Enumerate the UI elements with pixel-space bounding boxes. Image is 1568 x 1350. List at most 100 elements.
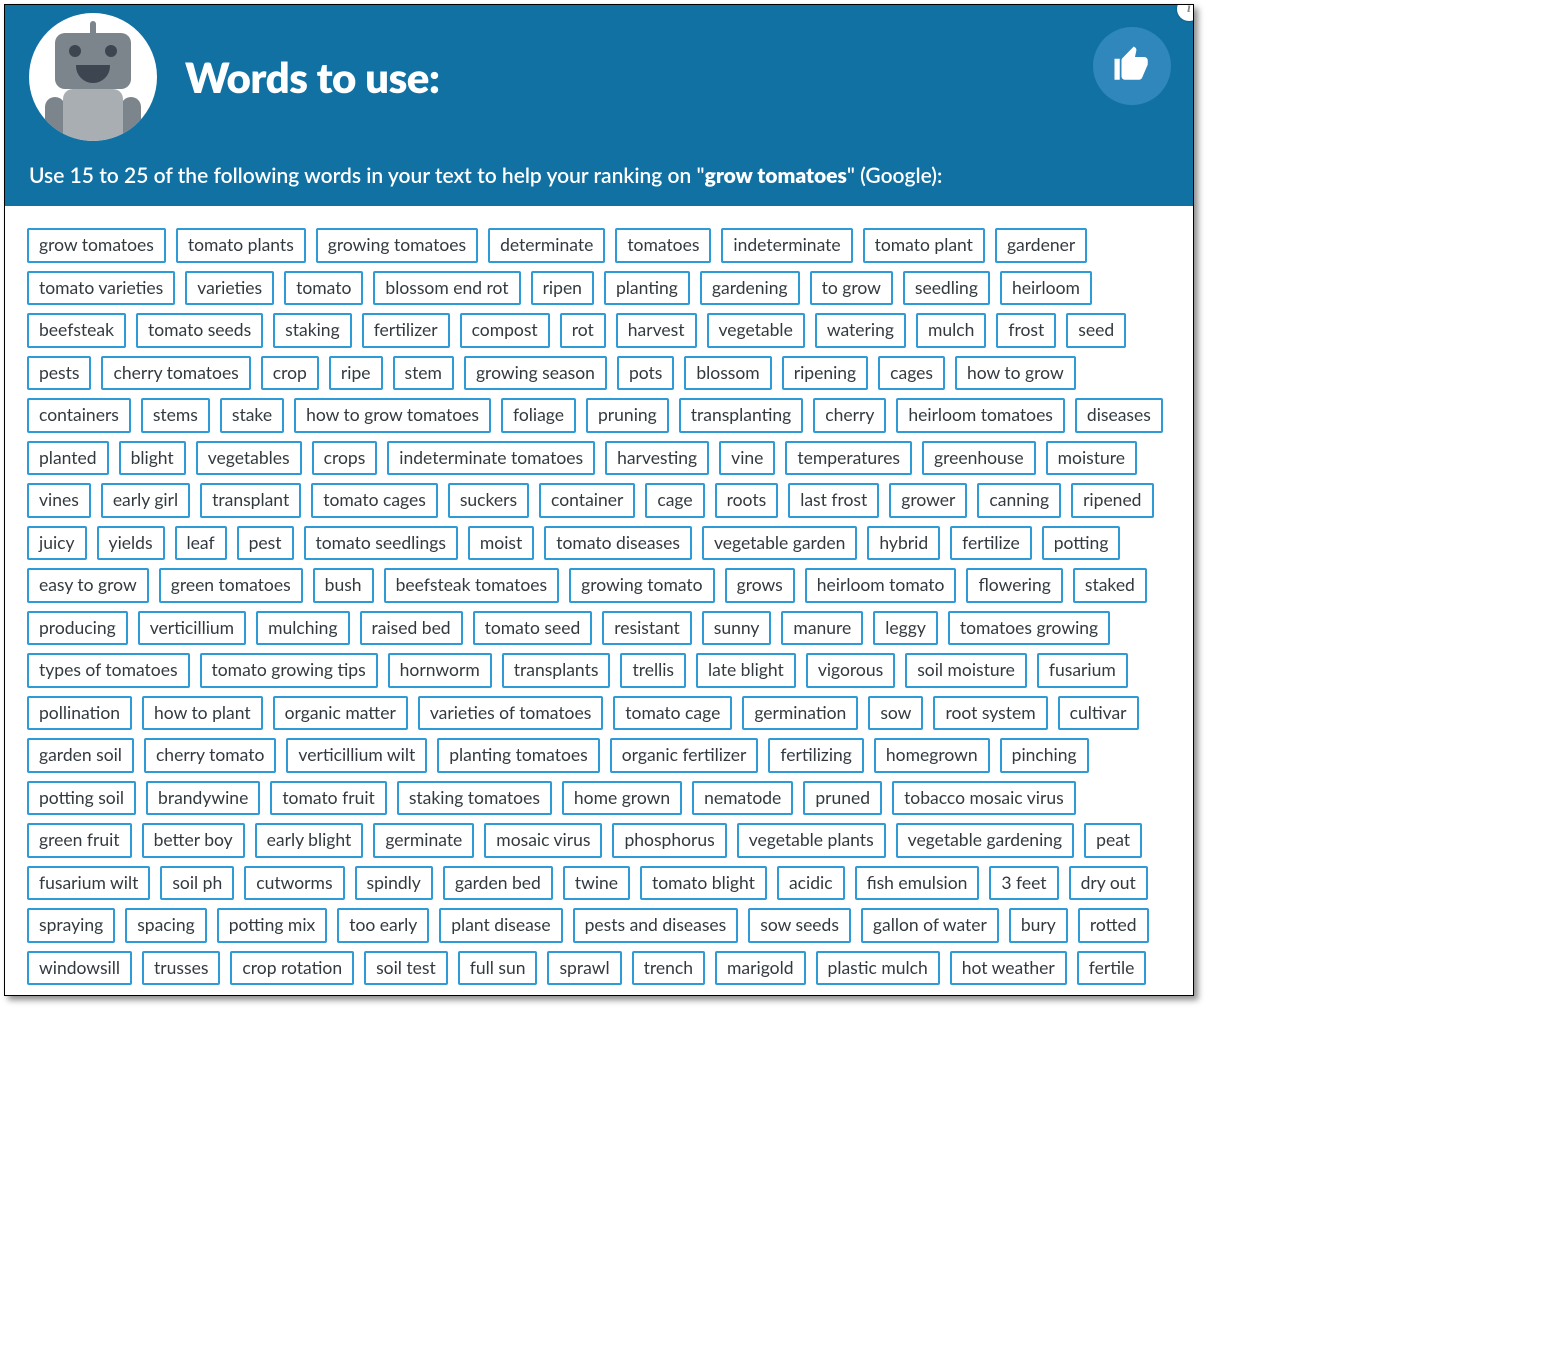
keyword-tag[interactable]: brandywine — [146, 781, 260, 816]
keyword-tag[interactable]: soil ph — [160, 866, 234, 901]
keyword-tag[interactable]: rotted — [1078, 908, 1149, 943]
keyword-tag[interactable]: harvest — [616, 313, 697, 348]
keyword-tag[interactable]: stake — [220, 398, 284, 433]
keyword-tag[interactable]: mulch — [916, 313, 986, 348]
keyword-tag[interactable]: leaf — [175, 526, 227, 561]
keyword-tag[interactable]: planting — [604, 271, 690, 306]
keyword-tag[interactable]: stem — [393, 356, 454, 391]
keyword-tag[interactable]: vine — [719, 441, 775, 476]
keyword-tag[interactable]: spacing — [125, 908, 207, 943]
keyword-tag[interactable]: tomato growing tips — [200, 653, 378, 688]
keyword-tag[interactable]: growing tomato — [569, 568, 714, 603]
keyword-tag[interactable]: bush — [313, 568, 374, 603]
keyword-tag[interactable]: fusarium — [1037, 653, 1128, 688]
keyword-tag[interactable]: tomato cage — [613, 696, 732, 731]
keyword-tag[interactable]: planted — [27, 441, 109, 476]
keyword-tag[interactable]: rot — [560, 313, 606, 348]
keyword-tag[interactable]: tomato seedlings — [304, 526, 458, 561]
keyword-tag[interactable]: frost — [996, 313, 1056, 348]
keyword-tag[interactable]: pest — [237, 526, 294, 561]
keyword-tag[interactable]: gardener — [995, 228, 1087, 263]
keyword-tag[interactable]: canning — [977, 483, 1061, 518]
keyword-tag[interactable]: indeterminate — [721, 228, 852, 263]
keyword-tag[interactable]: containers — [27, 398, 131, 433]
keyword-tag[interactable]: organic matter — [273, 696, 408, 731]
keyword-tag[interactable]: vegetable garden — [702, 526, 857, 561]
keyword-tag[interactable]: suckers — [448, 483, 529, 518]
keyword-tag[interactable]: blossom end rot — [373, 271, 520, 306]
keyword-tag[interactable]: bury — [1009, 908, 1068, 943]
keyword-tag[interactable]: crop — [261, 356, 319, 391]
keyword-tag[interactable]: tomato seeds — [136, 313, 263, 348]
keyword-tag[interactable]: hybrid — [867, 526, 940, 561]
keyword-tag[interactable]: vigorous — [806, 653, 895, 688]
keyword-tag[interactable]: moist — [468, 526, 534, 561]
keyword-tag[interactable]: beefsteak tomatoes — [384, 568, 560, 603]
keyword-tag[interactable]: producing — [27, 611, 128, 646]
keyword-tag[interactable]: how to plant — [142, 696, 263, 731]
keyword-tag[interactable]: cherry — [813, 398, 886, 433]
keyword-tag[interactable]: vegetable gardening — [896, 823, 1074, 858]
keyword-tag[interactable]: soil moisture — [905, 653, 1027, 688]
keyword-tag[interactable]: gallon of water — [861, 908, 999, 943]
keyword-tag[interactable]: sow — [868, 696, 923, 731]
keyword-tag[interactable]: harvesting — [605, 441, 709, 476]
keyword-tag[interactable]: transplanting — [679, 398, 803, 433]
keyword-tag[interactable]: watering — [815, 313, 906, 348]
keyword-tag[interactable]: tomato diseases — [544, 526, 692, 561]
keyword-tag[interactable]: vegetable — [707, 313, 805, 348]
keyword-tag[interactable]: tomato — [284, 271, 363, 306]
keyword-tag[interactable]: hot weather — [950, 951, 1067, 986]
thumbs-up-button[interactable] — [1093, 27, 1171, 105]
keyword-tag[interactable]: beefsteak — [27, 313, 126, 348]
keyword-tag[interactable]: plant disease — [439, 908, 562, 943]
keyword-tag[interactable]: cherry tomatoes — [101, 356, 250, 391]
keyword-tag[interactable]: flowering — [966, 568, 1062, 603]
keyword-tag[interactable]: sow seeds — [748, 908, 851, 943]
keyword-tag[interactable]: too early — [337, 908, 429, 943]
keyword-tag[interactable]: ripe — [329, 356, 383, 391]
keyword-tag[interactable]: trellis — [620, 653, 686, 688]
keyword-tag[interactable]: ripened — [1071, 483, 1153, 518]
keyword-tag[interactable]: phosphorus — [612, 823, 726, 858]
keyword-tag[interactable]: last frost — [788, 483, 879, 518]
keyword-tag[interactable]: container — [539, 483, 635, 518]
keyword-tag[interactable]: gardening — [700, 271, 800, 306]
keyword-tag[interactable]: spraying — [27, 908, 115, 943]
keyword-tag[interactable]: roots — [715, 483, 779, 518]
keyword-tag[interactable]: potting — [1042, 526, 1121, 561]
keyword-tag[interactable]: cages — [878, 356, 945, 391]
keyword-tag[interactable]: diseases — [1075, 398, 1163, 433]
keyword-tag[interactable]: verticillium wilt — [286, 738, 427, 773]
keyword-tag[interactable]: potting soil — [27, 781, 136, 816]
keyword-tag[interactable]: verticillium — [138, 611, 246, 646]
keyword-tag[interactable]: temperatures — [785, 441, 912, 476]
keyword-tag[interactable]: potting mix — [217, 908, 328, 943]
keyword-tag[interactable]: twine — [563, 866, 630, 901]
keyword-tag[interactable]: dry out — [1069, 866, 1148, 901]
keyword-tag[interactable]: indeterminate tomatoes — [387, 441, 595, 476]
keyword-tag[interactable]: green tomatoes — [159, 568, 303, 603]
keyword-tag[interactable]: crop rotation — [230, 951, 354, 986]
keyword-tag[interactable]: trusses — [142, 951, 220, 986]
keyword-tag[interactable]: pollination — [27, 696, 132, 731]
keyword-tag[interactable]: tomatoes — [615, 228, 711, 263]
keyword-tag[interactable]: easy to grow — [27, 568, 149, 603]
keyword-tag[interactable]: spindly — [355, 866, 433, 901]
keyword-tag[interactable]: tomato fruit — [270, 781, 387, 816]
keyword-tag[interactable]: 3 feet — [989, 866, 1058, 901]
keyword-tag[interactable]: pruned — [803, 781, 882, 816]
keyword-tag[interactable]: tomatoes growing — [948, 611, 1110, 646]
keyword-tag[interactable]: early girl — [101, 483, 190, 518]
keyword-tag[interactable]: fertilizing — [768, 738, 864, 773]
keyword-tag[interactable]: ripening — [782, 356, 868, 391]
keyword-tag[interactable]: late blight — [696, 653, 796, 688]
keyword-tag[interactable]: foliage — [501, 398, 576, 433]
keyword-tag[interactable]: resistant — [602, 611, 692, 646]
keyword-tag[interactable]: home grown — [562, 781, 682, 816]
keyword-tag[interactable]: moisture — [1046, 441, 1137, 476]
keyword-tag[interactable]: stems — [141, 398, 210, 433]
keyword-tag[interactable]: yields — [97, 526, 165, 561]
keyword-tag[interactable]: better boy — [142, 823, 245, 858]
keyword-tag[interactable]: pruning — [586, 398, 669, 433]
